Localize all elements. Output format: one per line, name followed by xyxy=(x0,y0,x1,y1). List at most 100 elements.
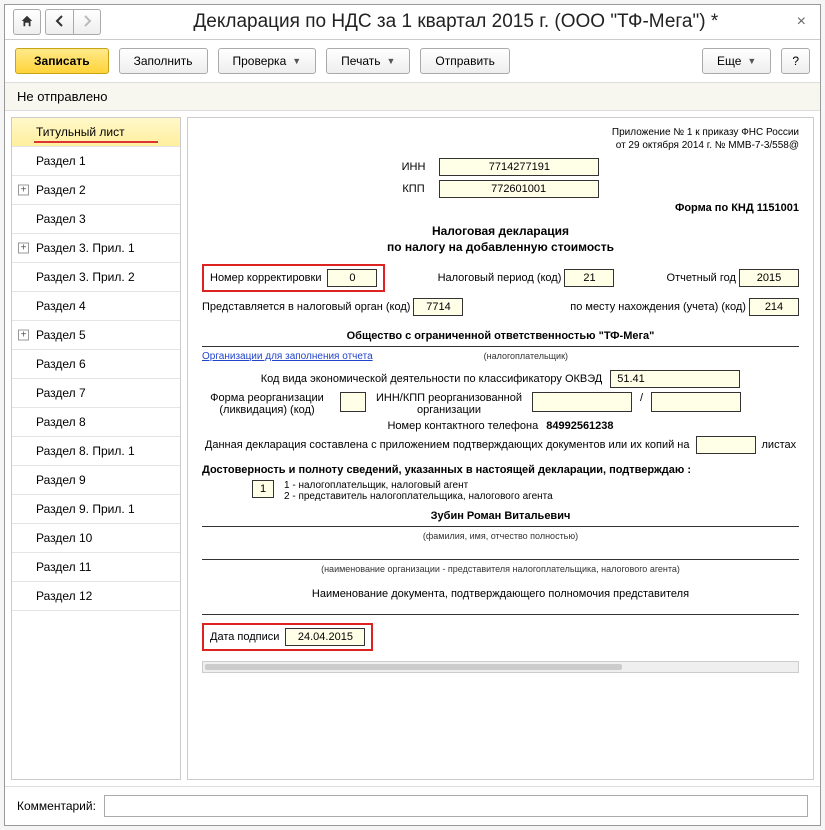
sidebar-item-label: Раздел 12 xyxy=(36,589,92,603)
kpp-field[interactable]: 772601001 xyxy=(439,180,599,198)
inn-field[interactable]: 7714277191 xyxy=(439,158,599,176)
attach-pages-field[interactable] xyxy=(696,436,756,454)
sidebar: Титульный лист Раздел 1 +Раздел 2 Раздел… xyxy=(11,117,181,780)
sidebar-item-section6[interactable]: Раздел 6 xyxy=(12,350,180,379)
reorg-code-field[interactable] xyxy=(340,392,366,412)
footer: Комментарий: xyxy=(5,786,820,825)
sidebar-item-section3a2[interactable]: Раздел 3. Прил. 2 xyxy=(12,263,180,292)
save-label: Записать xyxy=(34,54,90,68)
correction-highlight: Номер корректировки 0 xyxy=(202,264,385,292)
reorg-kpp-field[interactable] xyxy=(651,392,741,412)
chevron-down-icon: ▼ xyxy=(292,56,301,66)
toolbar: Записать Заполнить Проверка ▼ Печать ▼ Отп… xyxy=(5,40,820,83)
sidebar-item-section10[interactable]: Раздел 10 xyxy=(12,524,180,553)
reorg-inn-field[interactable] xyxy=(532,392,632,412)
sidebar-item-label: Раздел 3. Прил. 1 xyxy=(36,241,135,255)
org-link[interactable]: Организации для заполнения отчета xyxy=(202,351,373,362)
sidebar-item-label: Раздел 10 xyxy=(36,531,92,545)
chevron-down-icon: ▼ xyxy=(747,56,756,66)
confirm-heading: Достоверность и полноту сведений, указан… xyxy=(202,464,691,476)
sidebar-item-section5[interactable]: + Раздел 5 xyxy=(12,321,180,350)
sign-date-field[interactable]: 24.04.2015 xyxy=(285,628,365,646)
sidebar-item-label: Раздел 6 xyxy=(36,357,86,371)
form-area: Приложение № 1 к приказу ФНС России от 2… xyxy=(187,117,814,780)
org-name: Общество с ограниченной ответственностью… xyxy=(347,330,655,342)
organ-label: Представляется в налоговый орган (код) xyxy=(202,301,410,313)
knd-label: Форма по КНД 1151001 xyxy=(675,202,799,214)
kpp-label: КПП xyxy=(402,183,424,195)
sidebar-item-section3[interactable]: Раздел 3 xyxy=(12,205,180,234)
window-title: Декларация по НДС за 1 квартал 2015 г. (… xyxy=(121,11,791,33)
sidebar-item-label: Раздел 9 xyxy=(36,473,86,487)
nav-buttons xyxy=(13,9,101,35)
print-button[interactable]: Печать ▼ xyxy=(326,48,410,74)
sidebar-item-section1[interactable]: Раздел 1 xyxy=(12,147,180,176)
forward-button[interactable] xyxy=(73,9,101,35)
sidebar-item-section7[interactable]: Раздел 7 xyxy=(12,379,180,408)
expand-icon[interactable]: + xyxy=(18,243,29,254)
signer-name: Зубин Роман Витальевич xyxy=(431,510,571,522)
correction-field[interactable]: 0 xyxy=(327,269,377,287)
sidebar-item-label: Раздел 5 xyxy=(36,328,86,342)
sidebar-item-label: Раздел 7 xyxy=(36,386,86,400)
place-label: по месту нахождения (учета) (код) xyxy=(570,301,746,313)
horizontal-scrollbar[interactable] xyxy=(202,661,799,673)
sidebar-item-title-page[interactable]: Титульный лист xyxy=(12,118,180,147)
sidebar-item-label: Раздел 11 xyxy=(36,560,91,574)
org-note: (налогоплательщик) xyxy=(373,351,679,362)
comment-input[interactable] xyxy=(104,795,808,817)
sidebar-item-section2[interactable]: +Раздел 2 xyxy=(12,176,180,205)
back-button[interactable] xyxy=(45,9,73,35)
home-button[interactable] xyxy=(13,9,41,35)
place-field[interactable]: 214 xyxy=(749,298,799,316)
check-button[interactable]: Проверка ▼ xyxy=(218,48,317,74)
year-field[interactable]: 2015 xyxy=(739,269,799,287)
form-title: Налоговая декларация xyxy=(202,224,799,238)
confirm-code-field[interactable]: 1 xyxy=(252,480,274,498)
rep-note: (наименование организации - представител… xyxy=(202,564,799,574)
fill-button[interactable]: Заполнить xyxy=(119,48,208,74)
sidebar-item-label: Раздел 3 xyxy=(36,212,86,226)
send-button[interactable]: Отправить xyxy=(420,48,510,74)
sidebar-item-label: Титульный лист xyxy=(36,125,125,139)
attach-label-pre: Данная декларация составлена с приложени… xyxy=(205,439,690,451)
reorg-label: Форма реорганизации (ликвидация) (код) xyxy=(202,392,332,416)
okved-field[interactable]: 51.41 xyxy=(610,370,740,388)
sidebar-item-section3a1[interactable]: + Раздел 3. Прил. 1 xyxy=(12,234,180,263)
sidebar-item-label: Раздел 9. Прил. 1 xyxy=(36,502,135,516)
period-field[interactable]: 21 xyxy=(564,269,614,287)
sidebar-item-label: Раздел 8 xyxy=(36,415,86,429)
fill-label: Заполнить xyxy=(134,54,193,68)
more-label: Еще xyxy=(717,54,741,68)
sidebar-item-section11[interactable]: Раздел 11 xyxy=(12,553,180,582)
close-button[interactable]: × xyxy=(791,13,812,31)
arrow-left-icon xyxy=(54,15,66,30)
expand-icon[interactable]: + xyxy=(18,185,29,196)
confirm-opt1: 1 - налогоплательщик, налоговый агент xyxy=(284,480,553,491)
organ-field[interactable]: 7714 xyxy=(413,298,463,316)
sign-date-label: Дата подписи xyxy=(210,631,279,643)
form-header-note: Приложение № 1 к приказу ФНС России от 2… xyxy=(202,126,799,152)
form-subtitle: по налогу на добавленную стоимость xyxy=(202,240,799,254)
expand-icon[interactable]: + xyxy=(18,330,29,341)
home-icon xyxy=(20,14,34,31)
sidebar-item-section12[interactable]: Раздел 12 xyxy=(12,582,180,611)
body: Титульный лист Раздел 1 +Раздел 2 Раздел… xyxy=(5,111,820,786)
titlebar: Декларация по НДС за 1 квартал 2015 г. (… xyxy=(5,5,820,40)
sidebar-item-section8a1[interactable]: Раздел 8. Прил. 1 xyxy=(12,437,180,466)
sidebar-item-label: Раздел 1 xyxy=(36,154,86,168)
attach-label-post: листах xyxy=(762,439,797,451)
save-button[interactable]: Записать xyxy=(15,48,109,74)
sidebar-item-section9a1[interactable]: Раздел 9. Прил. 1 xyxy=(12,495,180,524)
sidebar-item-section4[interactable]: Раздел 4 xyxy=(12,292,180,321)
status-bar: Не отправлено xyxy=(5,83,820,111)
sidebar-item-section9[interactable]: Раздел 9 xyxy=(12,466,180,495)
more-button[interactable]: Еще ▼ xyxy=(702,48,771,74)
help-button[interactable]: ? xyxy=(781,48,810,74)
print-label: Печать xyxy=(341,54,380,68)
period-label: Налоговый период (код) xyxy=(438,272,562,284)
check-label: Проверка xyxy=(233,54,287,68)
sidebar-item-section8[interactable]: Раздел 8 xyxy=(12,408,180,437)
okved-label: Код вида экономической деятельности по к… xyxy=(261,373,603,385)
chevron-down-icon: ▼ xyxy=(386,56,395,66)
